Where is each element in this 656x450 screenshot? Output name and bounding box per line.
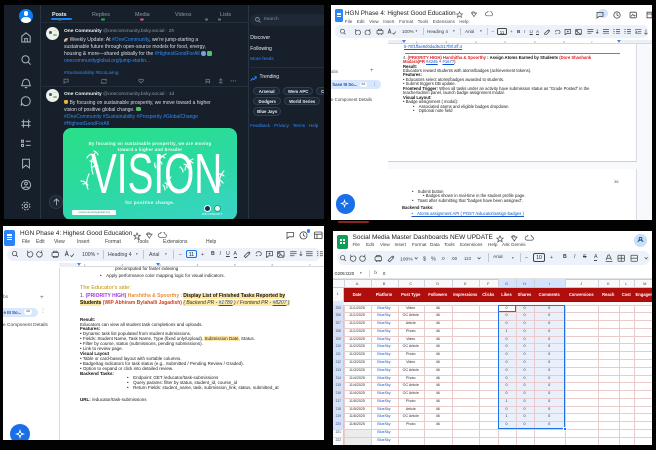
svg-text:.0: .0 — [441, 256, 445, 261]
svg-text:%: % — [431, 256, 436, 262]
svg-text:$: $ — [423, 256, 426, 262]
svg-text:100%: 100% — [400, 256, 413, 262]
svg-text:123: 123 — [464, 256, 472, 261]
svg-text:.00: .00 — [451, 256, 458, 261]
